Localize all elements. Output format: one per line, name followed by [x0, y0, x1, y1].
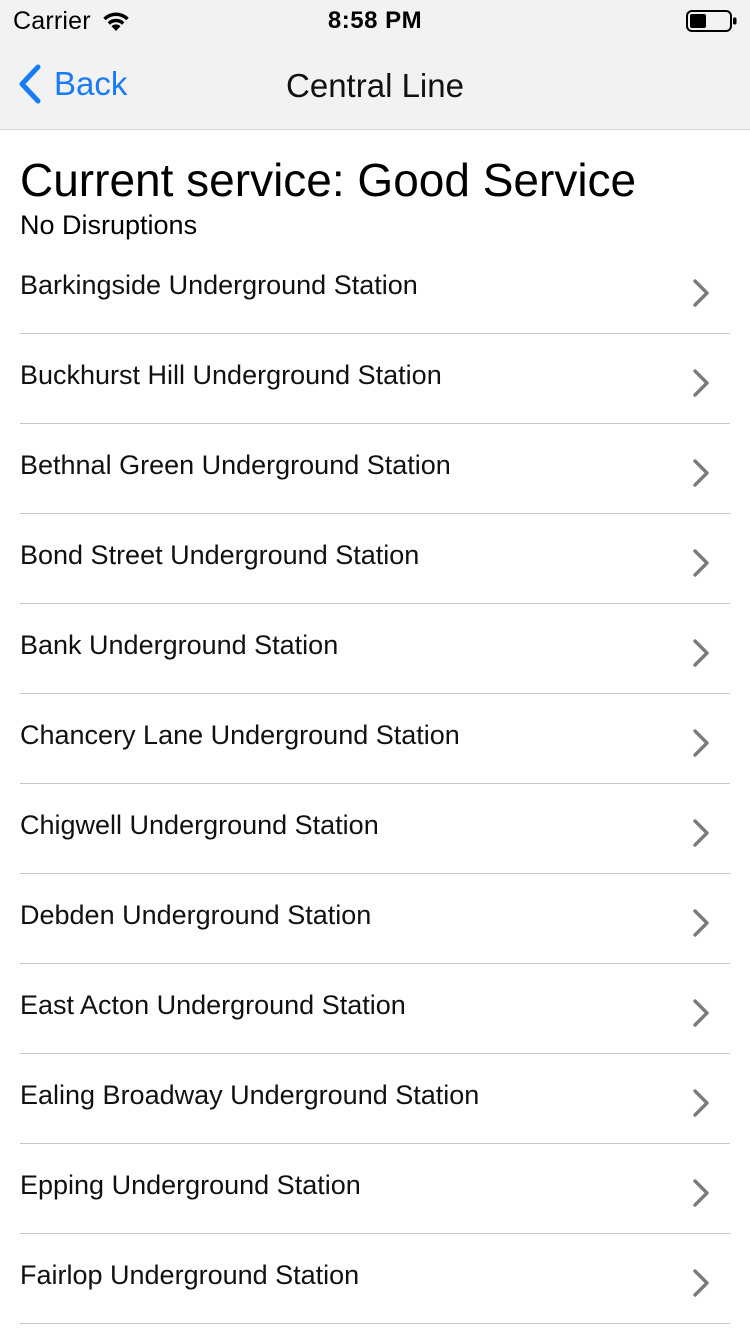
station-row[interactable]: Ealing Broadway Underground Station	[20, 1054, 730, 1144]
station-name: Fairlop Underground Station	[20, 1260, 360, 1290]
status-time: 8:58 PM	[327, 7, 423, 34]
station-name: Buckhurst Hill Underground Station	[20, 360, 442, 390]
station-name: Ealing Broadway Underground Station	[20, 1080, 480, 1110]
chevron-right-icon	[693, 1179, 709, 1207]
chevron-right-icon	[693, 639, 709, 667]
station-row[interactable]: Epping Underground Station	[20, 1144, 730, 1234]
service-status-title: Current service: Good Service	[20, 154, 637, 206]
chevron-right-icon	[693, 999, 709, 1027]
chevron-right-icon	[693, 459, 709, 487]
chevron-right-icon	[693, 549, 709, 577]
station-row[interactable]: Bethnal Green Underground Station	[20, 424, 730, 514]
chevron-right-icon	[693, 819, 709, 847]
navigation-bar: Back Central Line	[0, 40, 750, 129]
battery-icon	[686, 10, 737, 32]
chevron-right-icon	[693, 369, 709, 397]
station-name: Barkingside Underground Station	[20, 270, 418, 300]
chevron-right-icon	[693, 1089, 709, 1117]
station-row[interactable]: Chancery Lane Underground Station	[20, 694, 730, 784]
chevron-right-icon	[693, 909, 709, 937]
station-row[interactable]: Fairlop Underground Station	[20, 1234, 730, 1324]
station-name: Bank Underground Station	[20, 630, 339, 660]
page-title: Central Line	[286, 67, 464, 104]
status-bar: Carrier 8:58 PM	[0, 0, 750, 40]
station-row[interactable]: Bond Street Underground Station	[20, 514, 730, 604]
station-name: Chigwell Underground Station	[20, 810, 379, 840]
station-list: Barkingside Underground Station Buckhurst…	[20, 244, 730, 1324]
header: Carrier 8:58 PM Back Central Line	[0, 0, 750, 130]
station-name: Chancery Lane Underground Station	[20, 720, 460, 750]
chevron-right-icon	[693, 279, 709, 307]
station-name: Epping Underground Station	[20, 1170, 361, 1200]
station-name: Debden Underground Station	[20, 900, 372, 930]
station-row[interactable]: Buckhurst Hill Underground Station	[20, 334, 730, 424]
station-row[interactable]: Barkingside Underground Station	[20, 244, 730, 334]
station-row[interactable]: Bank Underground Station	[20, 604, 730, 694]
chevron-right-icon	[693, 1269, 709, 1297]
service-status-subtitle: No Disruptions	[20, 210, 198, 240]
station-row[interactable]: East Acton Underground Station	[20, 964, 730, 1054]
station-name: Bethnal Green Underground Station	[20, 450, 451, 480]
station-row[interactable]: Debden Underground Station	[20, 874, 730, 964]
station-name: Bond Street Underground Station	[20, 540, 420, 570]
chevron-right-icon	[693, 729, 709, 757]
station-name: East Acton Underground Station	[20, 990, 406, 1020]
station-row[interactable]: Chigwell Underground Station	[20, 784, 730, 874]
